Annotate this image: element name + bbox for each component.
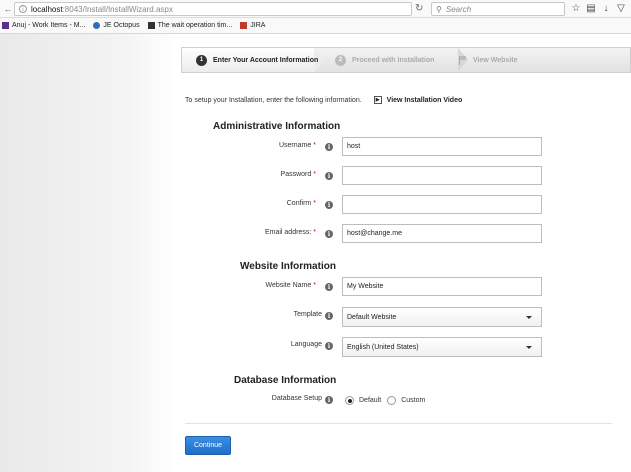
- bookmark-item[interactable]: Anuj - Work Items - M...: [2, 22, 85, 29]
- radio-custom-label: Custom: [401, 397, 426, 404]
- template-selected-value: Default Website: [347, 313, 397, 321]
- bookmark-item[interactable]: JE Octopus: [93, 22, 140, 29]
- back-icon[interactable]: ←: [2, 3, 14, 15]
- bookmark-favicon-icon: [2, 22, 9, 29]
- help-icon[interactable]: i: [325, 396, 333, 404]
- section-title-website: Website Information: [240, 261, 336, 272]
- site-info-icon[interactable]: i: [19, 5, 27, 13]
- step-label: Proceed with Installation: [352, 56, 435, 64]
- browser-toolbar: ← i localhost:8043/Install/InstallWizard…: [0, 0, 631, 18]
- radio-default[interactable]: [345, 396, 354, 405]
- template-select[interactable]: Default Website: [342, 307, 542, 327]
- address-bar[interactable]: i localhost:8043/Install/InstallWizard.a…: [14, 2, 412, 16]
- website-name-field[interactable]: My Website: [342, 277, 542, 296]
- bookmark-label: JE Octopus: [103, 22, 140, 29]
- bookmark-favicon-icon: [240, 22, 248, 29]
- wizard-step-1[interactable]: 1 Enter Your Account Information: [196, 48, 318, 72]
- step-number: 1: [196, 54, 207, 66]
- intro-text-row: To setup your Installation, enter the fo…: [185, 96, 462, 104]
- divider: [185, 423, 612, 424]
- video-link-label: View Installation Video: [386, 96, 463, 104]
- step-label: View Website: [473, 56, 518, 64]
- search-icon: ⚲: [436, 4, 442, 14]
- database-setup-options: Default Custom: [345, 396, 431, 405]
- help-icon[interactable]: i: [325, 283, 333, 291]
- wizard-step-2[interactable]: 2 Proceed with Installation: [335, 48, 434, 72]
- email-field[interactable]: host@change.me: [342, 224, 542, 243]
- database-setup-label: Database Setup: [271, 395, 322, 402]
- username-label: Username *: [278, 142, 316, 149]
- play-icon: ▶: [373, 96, 382, 104]
- wizard-step-3[interactable]: View Website: [459, 48, 517, 72]
- help-icon[interactable]: i: [325, 230, 333, 238]
- help-icon[interactable]: i: [325, 312, 333, 320]
- dropdown-caret-icon: [526, 346, 532, 349]
- view-video-link[interactable]: ▶ View Installation Video: [373, 96, 463, 104]
- language-selected-value: English (United States): [347, 343, 419, 351]
- dropdown-caret-icon: [526, 316, 532, 319]
- section-title-admin: Administrative Information: [213, 121, 341, 132]
- bookmark-favicon-icon: [147, 22, 155, 29]
- intro-text: To setup your Installation, enter the fo…: [185, 96, 362, 104]
- bookmark-label: Anuj - Work Items - M...: [12, 22, 86, 29]
- language-label: Language: [290, 341, 322, 348]
- section-title-database: Database Information: [234, 375, 337, 386]
- url-host: localhost: [31, 4, 63, 14]
- download-icon[interactable]: ↓: [600, 2, 612, 15]
- wizard-steps: 1 Enter Your Account Information 2 Proce…: [181, 47, 631, 73]
- email-label: Email address: *: [264, 229, 316, 236]
- website-name-label: Website Name *: [265, 282, 316, 289]
- url-path: :8043/Install/InstallWizard.aspx: [62, 4, 173, 14]
- help-icon[interactable]: i: [325, 342, 333, 350]
- bookmark-label: JIRA: [250, 22, 266, 29]
- flag-icon: [459, 55, 467, 65]
- help-icon[interactable]: i: [325, 201, 333, 209]
- confirm-label: Confirm *: [286, 200, 316, 207]
- pocket-icon[interactable]: ▽: [615, 2, 627, 15]
- help-icon[interactable]: i: [325, 143, 333, 151]
- bookmark-favicon-icon: [93, 22, 101, 29]
- bookmarks-bar: Anuj - Work Items - M... JE Octopus The …: [0, 18, 631, 34]
- search-placeholder: Search: [445, 4, 472, 14]
- language-select[interactable]: English (United States): [342, 337, 542, 357]
- password-label: Password *: [280, 171, 316, 178]
- step-number: 2: [335, 54, 346, 66]
- username-field[interactable]: host: [342, 137, 542, 156]
- reload-icon[interactable]: ↻: [415, 3, 423, 14]
- continue-button[interactable]: Continue: [185, 436, 231, 455]
- password-field[interactable]: [342, 166, 542, 185]
- radio-custom[interactable]: [387, 396, 397, 405]
- reading-list-icon[interactable]: ▤: [585, 2, 597, 15]
- bookmark-star-icon[interactable]: ☆: [570, 2, 582, 15]
- bookmark-label: The wait operation tim...: [157, 22, 233, 29]
- bookmark-item[interactable]: The wait operation tim...: [147, 22, 233, 29]
- template-label: Template: [293, 311, 322, 318]
- search-input[interactable]: ⚲ Search: [431, 2, 565, 16]
- confirm-password-field[interactable]: [342, 195, 542, 214]
- bookmark-item[interactable]: JIRA: [240, 22, 265, 29]
- help-icon[interactable]: i: [325, 172, 333, 180]
- step-label: Enter Your Account Information: [213, 56, 319, 64]
- radio-default-label: Default: [359, 397, 382, 404]
